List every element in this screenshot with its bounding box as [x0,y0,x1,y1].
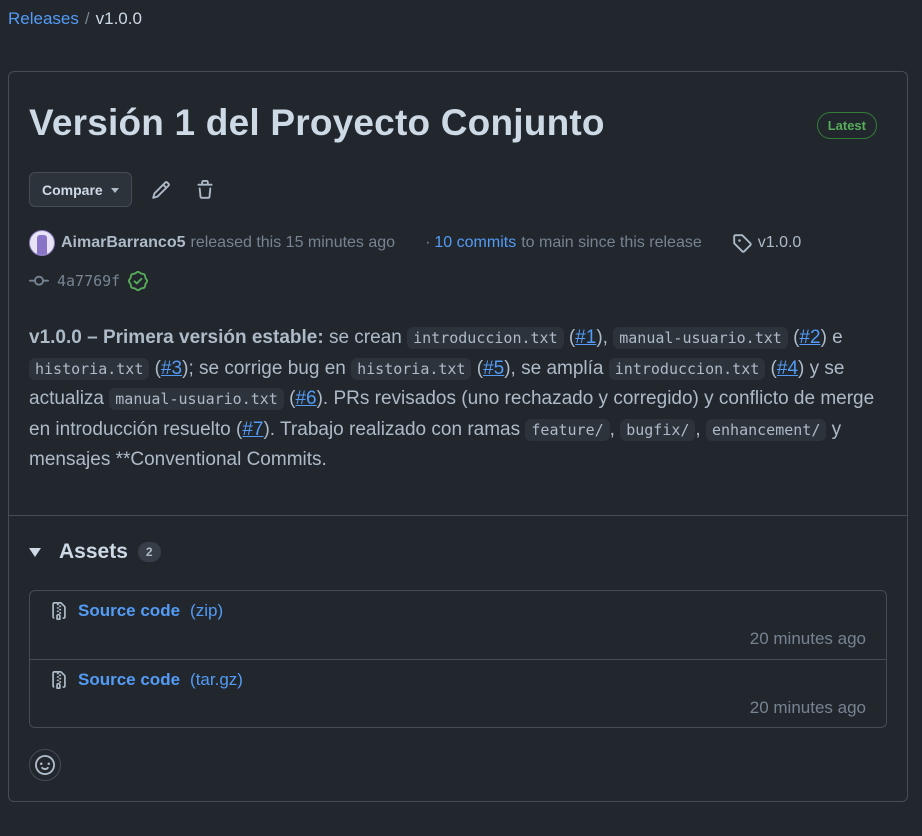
asset-time: 20 minutes ago [749,698,866,717]
pr-link-1[interactable]: #1 [575,327,596,348]
pr-link-7[interactable]: #7 [242,419,263,440]
notes-text: ( [765,357,777,379]
breadcrumb-separator: / [84,9,90,28]
code-file: manual-usuario.txt [109,388,284,411]
asset-link-targz[interactable]: Source code (tar.gz) [50,670,243,690]
code-branch: bugfix/ [620,418,696,441]
asset-row: Source code (tar.gz) 20 minutes ago [30,659,886,727]
release-title: Versión 1 del Proyecto Conjunto [29,102,605,143]
smiley-icon [35,755,55,775]
assets-count-badge: 2 [137,542,161,562]
asset-time: 20 minutes ago [749,629,866,648]
code-branch: feature/ [525,418,610,441]
notes-text: ), [596,327,614,348]
pr-link-2[interactable]: #2 [799,327,820,348]
compare-button[interactable]: Compare [29,172,132,207]
notes-text: ), se amplía [504,357,609,379]
asset-name: Source code [78,601,181,620]
notes-text: ); se corrige bug en [182,357,352,379]
commits-suffix: to main since this release [521,234,702,251]
add-reaction-button[interactable] [29,749,61,781]
triangle-down-icon [29,547,41,557]
compare-button-label: Compare [42,181,103,198]
tag-icon [732,234,752,253]
tag-link[interactable]: v1.0.0 [732,233,802,253]
commit-row: 4a7769f [29,271,149,291]
notes-text: , [609,418,621,440]
notes-text: ( [787,327,800,348]
pr-link-4[interactable]: #4 [777,358,798,379]
latest-badge: Latest [816,112,877,139]
breadcrumb: Releases / v1.0.0 [8,9,142,29]
commit-sha-link[interactable]: 4a7769f [57,272,120,290]
notes-text: ( [471,357,484,379]
meta-separator: · [425,234,431,251]
asset-name: Source code [78,670,181,689]
asset-ext: (tar.gz) [190,670,243,689]
delete-release-button[interactable] [190,175,220,205]
notes-text: se crean [323,327,408,348]
trash-icon [197,179,213,199]
release-card: Versión 1 del Proyecto Conjunto Latest C… [8,71,908,802]
release-notes: v1.0.0 – Primera versión estable: se cre… [29,323,889,476]
notes-text: ( [149,357,161,379]
tag-label: v1.0.0 [757,234,802,251]
released-text: released this 15 minutes ago [190,234,396,251]
notes-text: ). Trabajo realizado con ramas [263,418,526,440]
file-zip-icon [52,671,66,689]
section-divider [9,515,907,516]
pencil-icon [151,180,170,199]
avatar[interactable] [29,230,55,256]
code-file: historia.txt [29,357,150,380]
asset-ext: (zip) [190,601,224,620]
pr-link-3[interactable]: #3 [161,358,182,379]
code-branch: enhancement/ [705,418,827,441]
code-file: manual-usuario.txt [613,327,788,349]
notes-lead: v1.0.0 – Primera versión estable: [29,327,324,348]
code-file: introduccion.txt [407,327,564,349]
code-file: introduccion.txt [608,357,766,380]
file-zip-icon [52,602,66,620]
notes-text: ( [563,327,576,348]
git-commit-icon [29,275,49,286]
breadcrumb-releases-link[interactable]: Releases [8,9,79,29]
release-meta: AimarBarranco5 released this 15 minutes … [29,230,801,256]
author-link[interactable]: AimarBarranco5 [61,234,186,252]
notes-text: ) e [820,327,843,348]
breadcrumb-current: v1.0.0 [95,9,142,28]
asset-link-zip[interactable]: Source code (zip) [50,601,223,621]
asset-list: Source code (zip) 20 minutes ago Source … [29,590,887,728]
commits-link[interactable]: 10 commits [434,234,516,252]
pr-link-6[interactable]: #6 [295,388,316,409]
notes-text: ( [283,388,296,410]
release-actions: Compare [29,172,220,207]
assets-toggle[interactable]: Assets 2 [29,540,161,564]
verified-check-icon[interactable] [128,271,149,291]
caret-down-icon [110,188,119,193]
edit-release-button[interactable] [146,175,176,205]
notes-text: , [695,418,706,440]
pr-link-5[interactable]: #5 [483,358,504,379]
code-file: historia.txt [351,357,472,380]
asset-row: Source code (zip) 20 minutes ago [30,591,886,659]
assets-title: Assets [59,540,128,563]
